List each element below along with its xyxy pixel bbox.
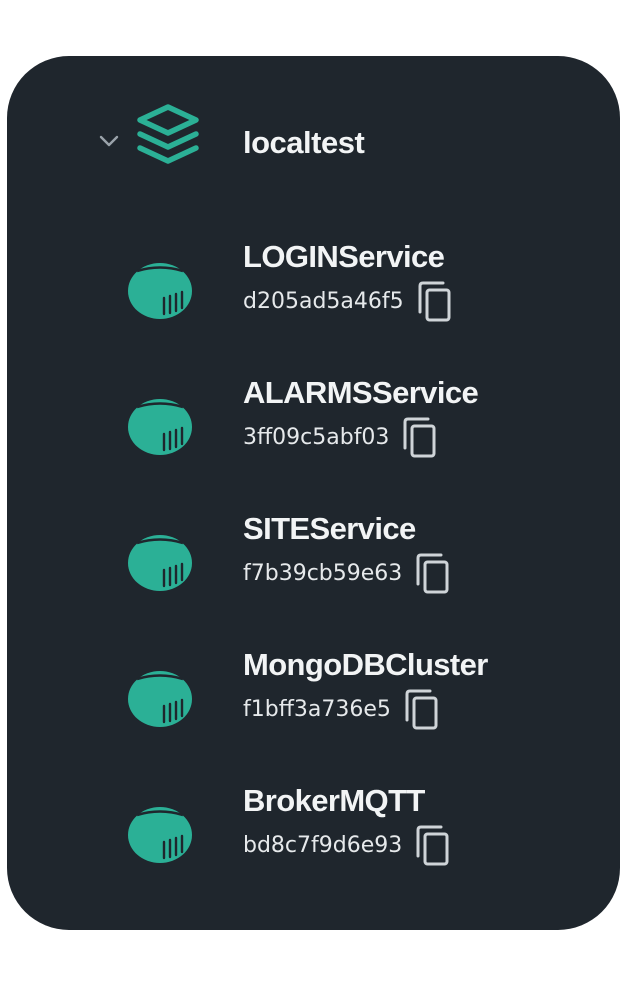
- service-item-brokermqtt[interactable]: BrokerMQTT bd8c7f9d6e93: [7, 782, 620, 892]
- service-name: ALARMSService: [243, 375, 479, 410]
- environment-label: localtest: [243, 125, 365, 160]
- environment-node[interactable]: localtest: [7, 56, 620, 226]
- copy-id-siteservice-icon[interactable]: [414, 553, 450, 595]
- service-name: SITEService: [243, 511, 416, 546]
- container-icon: [128, 263, 192, 319]
- container-icon: [128, 807, 192, 863]
- service-item-mongodbcluster[interactable]: MongoDBCluster f1bff3a736e5: [7, 646, 620, 756]
- environment-tree-panel: localtest LOGINService d205ad5a46f5 ALAR…: [7, 56, 620, 930]
- copy-id-loginservice-icon[interactable]: [416, 281, 452, 323]
- copy-id-alarmsservice-icon[interactable]: [401, 417, 437, 459]
- container-icon: [128, 399, 192, 455]
- copy-id-brokermqtt-icon[interactable]: [414, 825, 450, 867]
- service-id: bd8c7f9d6e93: [243, 833, 403, 858]
- container-icon: [128, 535, 192, 591]
- service-name: BrokerMQTT: [243, 783, 425, 818]
- service-id-row: bd8c7f9d6e93: [243, 825, 450, 867]
- service-item-loginservice[interactable]: LOGINService d205ad5a46f5: [7, 238, 620, 348]
- service-id-row: f7b39cb59e63: [243, 553, 450, 595]
- service-item-siteservice[interactable]: SITEService f7b39cb59e63: [7, 510, 620, 620]
- service-id: 3ff09c5abf03: [243, 425, 390, 450]
- service-id-row: f1bff3a736e5: [243, 689, 439, 731]
- layers-stack-icon: [137, 104, 199, 164]
- service-id: f7b39cb59e63: [243, 561, 403, 586]
- container-icon: [128, 671, 192, 727]
- service-name: LOGINService: [243, 239, 445, 274]
- copy-id-mongodbcluster-icon[interactable]: [403, 689, 439, 731]
- service-name: MongoDBCluster: [243, 647, 488, 682]
- service-id-row: d205ad5a46f5: [243, 281, 452, 323]
- chevron-down-icon[interactable]: [98, 133, 120, 149]
- service-id-row: 3ff09c5abf03: [243, 417, 437, 459]
- service-id: d205ad5a46f5: [243, 289, 404, 314]
- service-id: f1bff3a736e5: [243, 697, 391, 722]
- service-item-alarmsservice[interactable]: ALARMSService 3ff09c5abf03: [7, 374, 620, 484]
